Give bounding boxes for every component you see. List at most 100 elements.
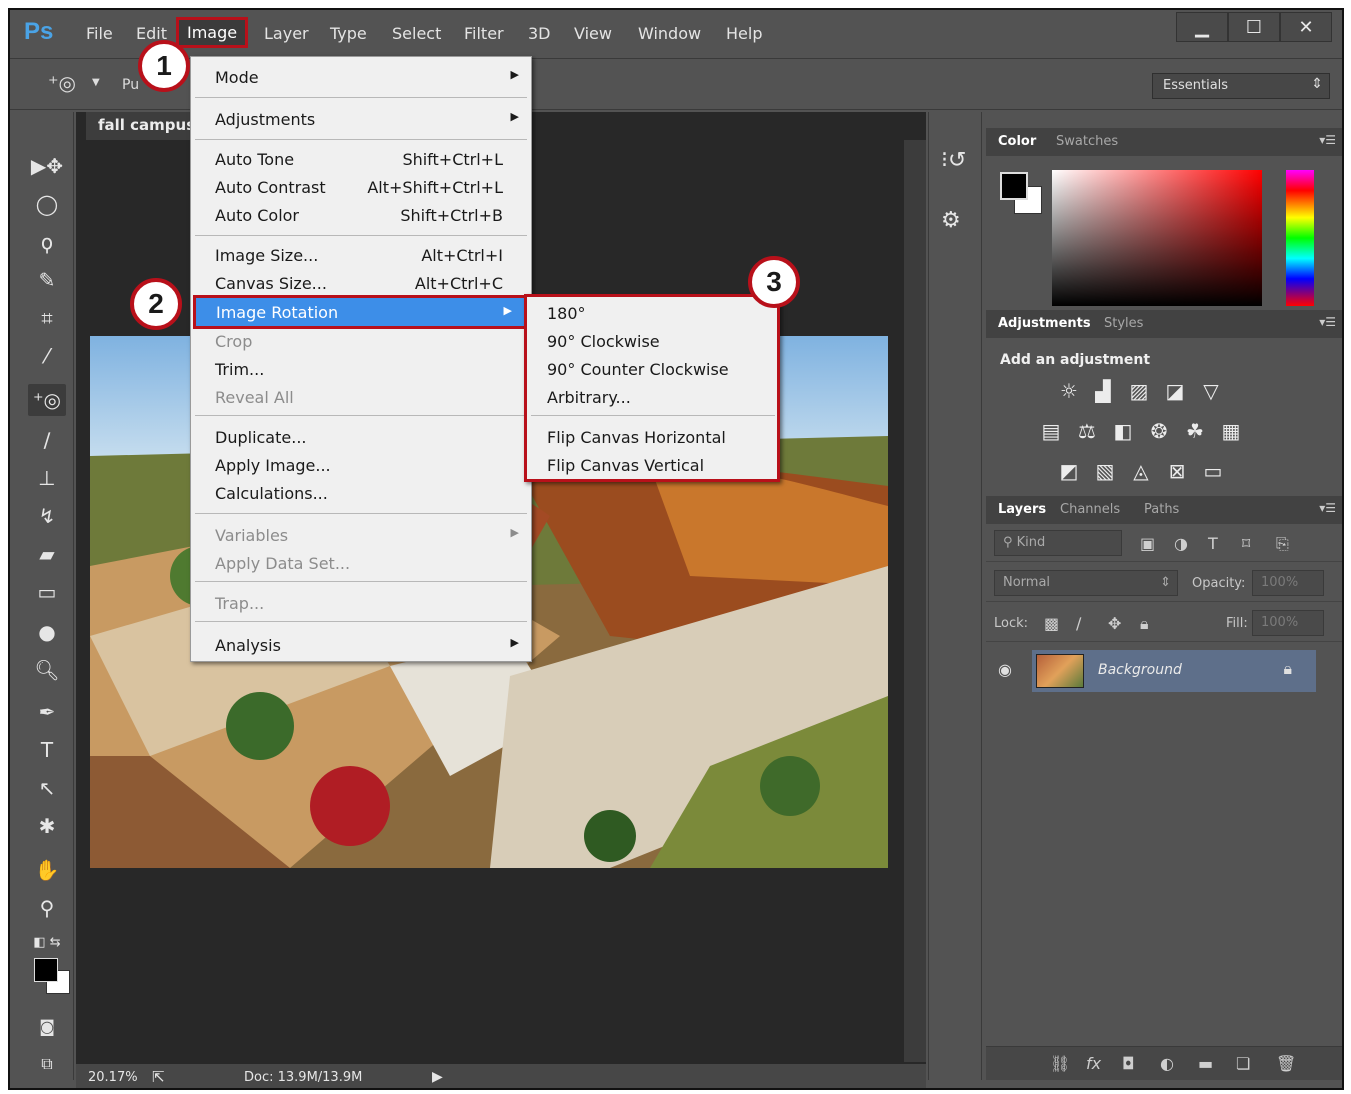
history-brush-icon[interactable]: ↯ [28,500,66,532]
layer-style-fx-icon[interactable]: fx [1086,1054,1101,1073]
hue-saturation-icon[interactable]: ▤ [1038,418,1064,444]
delete-layer-trash-icon[interactable]: 🗑︎ [1276,1054,1296,1073]
menu-item-analysis[interactable]: Analysis ▶ [191,633,531,659]
document-tab[interactable]: fall campus [86,112,208,140]
menu-item-reveal-all[interactable]: Reveal All [191,385,531,411]
threshold-icon[interactable]: ◬ [1128,458,1154,484]
screen-mode-icon[interactable]: ⧉ [28,1048,66,1080]
menu-image[interactable]: Image [176,17,249,48]
menu-item-rotate-90-ccw[interactable]: 90° Counter Clockwise [527,357,777,383]
levels-icon[interactable]: ▟ [1090,378,1116,404]
menu-item-flip-horizontal[interactable]: Flip Canvas Horizontal [527,425,777,451]
photo-filter-icon[interactable]: ❂ [1146,418,1172,444]
filter-smart-object-icon[interactable]: ⎘ [1276,534,1289,554]
clone-stamp-icon[interactable]: ⊥ [28,462,66,494]
menu-3d[interactable]: 3D [528,24,551,43]
brush-icon[interactable]: ∕ [28,424,66,456]
menu-select[interactable]: Select [392,24,441,43]
menu-item-adjustments[interactable]: Adjustments ▶ [191,107,531,133]
quick-selection-icon[interactable]: ✎ [28,264,66,296]
color-lookup-icon[interactable]: ▦ [1218,418,1244,444]
properties-panel-icon[interactable]: ⚙ [941,208,961,233]
lock-all-icon[interactable]: 🔒︎ [1140,614,1149,634]
menu-item-apply-image[interactable]: Apply Image... [191,453,531,479]
new-adjustment-layer-icon[interactable]: ◐ [1160,1054,1174,1073]
zoom-icon[interactable]: ⚲ [28,892,66,924]
blend-mode-select[interactable]: Normal ⇕ [994,570,1178,596]
custom-shape-icon[interactable]: ✱ [28,810,66,842]
menu-item-auto-contrast[interactable]: Auto Contrast Alt+Shift+Ctrl+L [191,175,531,201]
lock-position-icon[interactable]: ✥ [1108,614,1121,633]
menu-help[interactable]: Help [726,24,762,43]
new-layer-icon[interactable]: ❏ [1236,1054,1250,1073]
eyedropper-icon[interactable]: ⁄ [28,340,66,372]
invert-icon[interactable]: ◩ [1056,458,1082,484]
menu-item-auto-tone[interactable]: Auto Tone Shift+Ctrl+L [191,147,531,173]
menu-item-trap[interactable]: Trap... [191,591,531,617]
menu-item-canvas-size[interactable]: Canvas Size... Alt+Ctrl+C [191,271,531,297]
menu-filter[interactable]: Filter [464,24,504,43]
menu-item-image-rotation[interactable]: Image Rotation ▶ [193,295,527,329]
tab-channels[interactable]: Channels [1060,502,1120,517]
filter-shape-icon[interactable]: ⌑ [1242,534,1250,553]
filter-type-icon[interactable]: T [1208,534,1218,553]
vibrance-icon[interactable]: ▽ [1198,378,1224,404]
tab-color[interactable]: Color [998,134,1036,149]
quick-mask-icon[interactable]: ◙ [28,1010,66,1042]
layer-filter-kind[interactable]: ⚲ Kind [994,530,1122,556]
document-scrollbar[interactable] [904,140,926,1062]
brightness-contrast-icon[interactable]: ☼ [1056,378,1082,404]
menu-window[interactable]: Window [638,24,701,43]
menu-type[interactable]: Type [330,24,367,43]
menu-item-trim[interactable]: Trim... [191,357,531,383]
lasso-icon[interactable]: ϙ [28,226,66,258]
color-balance-icon[interactable]: ⚖ [1074,418,1100,444]
red-eye-tool-icon[interactable]: ⁺◎ [48,71,76,95]
menu-file[interactable]: File [86,24,113,43]
filter-pixel-icon[interactable]: ▣ [1140,534,1155,553]
foreground-color-swatch[interactable] [34,958,58,982]
gradient-icon[interactable]: ▭ [28,576,66,608]
tab-styles[interactable]: Styles [1104,316,1143,331]
swap-colors-icon[interactable]: ◧ ⇆ [28,926,66,958]
panel-menu-icon[interactable]: ▾☰ [1319,315,1336,329]
color-spectrum-field[interactable] [1052,170,1262,306]
menu-item-duplicate[interactable]: Duplicate... [191,425,531,451]
menu-layer[interactable]: Layer [264,24,309,43]
exposure-icon[interactable]: ◪ [1162,378,1188,404]
add-mask-icon[interactable]: ◘ [1122,1054,1135,1073]
maximize-button[interactable]: ☐ [1228,12,1280,42]
opacity-input[interactable]: 100% [1252,570,1324,596]
menu-item-rotate-90-cw[interactable]: 90° Clockwise [527,329,777,355]
menu-item-variables[interactable]: Variables ▶ [191,523,531,549]
selective-color-icon[interactable]: ⊠ [1164,458,1190,484]
hue-slider[interactable] [1286,170,1314,306]
curves-icon[interactable]: ▨ [1126,378,1152,404]
filter-adjustment-icon[interactable]: ◑ [1174,534,1188,553]
tab-layers[interactable]: Layers [998,502,1046,517]
dodge-icon[interactable]: 🔍︎ [28,654,66,686]
tab-paths[interactable]: Paths [1144,502,1179,517]
close-button[interactable]: ✕ [1280,12,1332,42]
new-group-folder-icon[interactable]: ▬ [1198,1054,1213,1073]
menu-item-rotate-180[interactable]: 180° [527,301,777,327]
panel-menu-icon[interactable]: ▾☰ [1319,133,1336,147]
elliptical-marquee-icon[interactable]: ◯ [28,188,66,220]
status-menu-arrow-icon[interactable]: ▶ [432,1069,443,1085]
layer-row-background[interactable]: Background 🔒︎ [1032,650,1316,692]
layer-visibility-eye-icon[interactable]: ◉ [998,660,1012,679]
posterize-icon[interactable]: ▧ [1092,458,1118,484]
channel-mixer-icon[interactable]: ☘ [1182,418,1208,444]
link-layers-icon[interactable]: ⛓ [1050,1054,1070,1073]
panel-menu-icon[interactable]: ▾☰ [1319,501,1336,515]
menu-item-calculations[interactable]: Calculations... [191,481,531,507]
menu-item-crop[interactable]: Crop [191,329,531,355]
move-tool-icon[interactable]: ▶✥ [28,150,66,182]
fill-input[interactable]: 100% [1252,610,1324,636]
hand-icon[interactable]: ✋ [28,854,66,886]
crop-icon[interactable]: ⌗ [28,302,66,334]
menu-item-rotate-arbitrary[interactable]: Arbitrary... [527,385,777,411]
eraser-icon[interactable]: ▰ [28,538,66,570]
menu-view[interactable]: View [574,24,612,43]
share-icon[interactable]: ⇱ [152,1068,165,1086]
